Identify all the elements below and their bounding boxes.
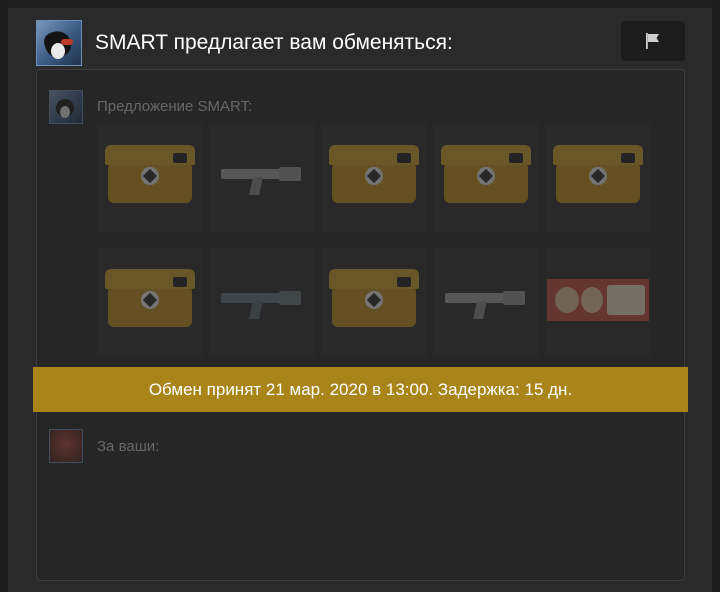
top-bar [0, 0, 720, 8]
item-slot[interactable] [209, 123, 315, 233]
weapon-case-icon [329, 145, 419, 203]
penguin-belly [60, 106, 70, 118]
penguin-belly [51, 43, 65, 59]
left-edge [0, 0, 8, 592]
weapon-case-icon [329, 269, 419, 327]
weapon-case-icon [553, 145, 643, 203]
offer-items-grid [97, 123, 653, 357]
item-slot[interactable] [545, 123, 651, 233]
pistol-icon [221, 287, 303, 319]
sticker-icon [547, 279, 649, 321]
flag-icon [646, 33, 659, 49]
item-slot[interactable] [209, 247, 315, 357]
item-slot[interactable] [97, 123, 203, 233]
weapon-case-icon [441, 145, 531, 203]
weapon-case-icon [105, 269, 195, 327]
item-slot[interactable] [433, 123, 539, 233]
report-button[interactable] [621, 21, 685, 61]
item-slot[interactable] [433, 247, 539, 357]
offer-label: Предложение SMART: [97, 98, 253, 115]
trade-title: SMART предлагает вам обменяться: [95, 31, 453, 54]
your-avatar[interactable] [49, 429, 83, 463]
item-slot[interactable] [321, 247, 427, 357]
partner-avatar[interactable] [36, 20, 82, 66]
your-items-label: За ваши: [97, 438, 160, 455]
weapon-case-icon [105, 145, 195, 203]
item-slot[interactable] [97, 247, 203, 357]
offer-partner-avatar[interactable] [49, 90, 83, 124]
item-slot[interactable] [321, 123, 427, 233]
rifle-icon [221, 163, 303, 195]
penguin-beak [61, 39, 73, 45]
item-slot[interactable] [545, 247, 651, 357]
smg-icon [445, 287, 527, 319]
right-edge [712, 0, 720, 592]
trade-status-banner: Обмен принят 21 мар. 2020 в 13:00. Задер… [33, 367, 688, 412]
